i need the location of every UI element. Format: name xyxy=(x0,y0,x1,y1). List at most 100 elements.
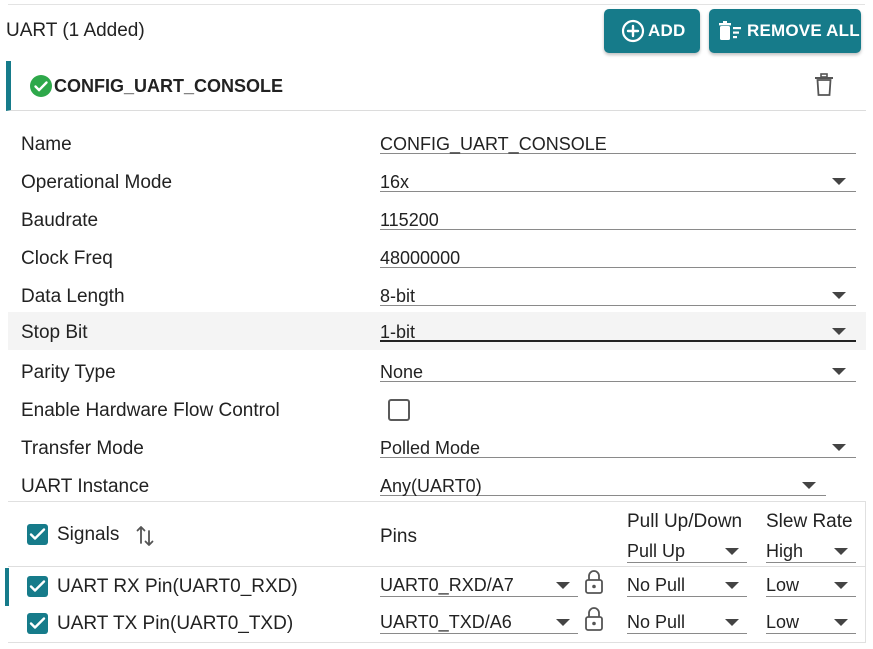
chevron-down-icon xyxy=(832,292,846,299)
chevron-down-icon xyxy=(834,619,848,626)
signal-tx-checkbox[interactable] xyxy=(27,613,48,634)
signal-rx-pull-value: No Pull xyxy=(627,575,686,595)
delete-sweep-icon xyxy=(719,21,741,40)
chevron-down-icon xyxy=(832,328,846,335)
signal-tx-slew-value: Low xyxy=(766,612,800,632)
property-row-hw-flow-control: Enable Hardware Flow Control xyxy=(8,390,866,428)
signal-tx-slew-select[interactable]: Low xyxy=(766,606,856,634)
signal-tx-pull-select[interactable]: No Pull xyxy=(627,606,747,634)
chevron-down-icon xyxy=(725,619,739,626)
chevron-down-icon xyxy=(802,482,816,489)
signal-row-tx: UART TX Pin(UART0_TXD) UART0_TXD/A6 No P… xyxy=(8,605,866,643)
signal-rx-slew-value: Low xyxy=(766,575,800,595)
uart-instance-select[interactable]: Any(UART0) xyxy=(380,466,826,496)
property-label: Stop Bit xyxy=(21,322,88,343)
property-row-clock-freq: Clock Freq 48000000 xyxy=(8,238,866,276)
signal-rx-slew-select[interactable]: Low xyxy=(766,569,856,597)
chevron-down-icon xyxy=(725,548,739,555)
name-value: CONFIG_UART_CONSOLE xyxy=(380,134,607,154)
property-label: Operational Mode xyxy=(21,172,173,193)
property-row-parity-type: Parity Type None xyxy=(8,352,866,390)
chevron-down-icon xyxy=(832,178,846,185)
pull-column-header: Pull Up/Down xyxy=(627,511,743,532)
property-row-stop-bit: Stop Bit 1-bit xyxy=(8,312,866,350)
baudrate-value: 115200 xyxy=(380,210,439,230)
lock-icon[interactable] xyxy=(584,569,604,595)
remove-all-button[interactable]: REMOVE ALL xyxy=(709,9,861,53)
property-label: Data Length xyxy=(21,286,125,307)
transfer-mode-select[interactable]: Polled Mode xyxy=(380,428,856,458)
clock-freq-value: 48000000 xyxy=(380,248,461,268)
signal-tx-pin-value: UART0_TXD/A6 xyxy=(380,612,512,632)
property-row-data-length: Data Length 8-bit xyxy=(8,276,866,314)
pins-column-header: Pins xyxy=(380,526,417,547)
signal-tx-name: UART TX Pin(UART0_TXD) xyxy=(57,613,294,634)
signals-select-all-checkbox[interactable] xyxy=(27,524,48,545)
chevron-down-icon xyxy=(556,582,570,589)
data-length-value: 8-bit xyxy=(380,286,416,306)
pull-all-value: Pull Up xyxy=(627,541,686,561)
signal-tx-pull-value: No Pull xyxy=(627,612,686,632)
chevron-down-icon xyxy=(556,619,570,626)
property-label: UART Instance xyxy=(21,476,150,497)
uart-instance-value: Any(UART0) xyxy=(380,476,482,496)
property-label: Clock Freq xyxy=(21,248,113,269)
slew-all-select[interactable]: High xyxy=(766,535,856,563)
chevron-down-icon xyxy=(832,368,846,375)
property-label: Parity Type xyxy=(21,362,116,383)
slew-column-header: Slew Rate xyxy=(766,511,853,532)
operational-mode-select[interactable]: 16x xyxy=(380,162,856,192)
lock-icon[interactable] xyxy=(584,606,604,632)
property-label: Name xyxy=(21,134,72,155)
signal-rx-pin-value: UART0_RXD/A7 xyxy=(380,575,514,595)
page-title: UART (1 Added) xyxy=(6,20,145,41)
config-header[interactable]: CONFIG_UART_CONSOLE xyxy=(6,61,866,111)
stop-bit-value: 1-bit xyxy=(380,322,416,342)
trash-icon[interactable] xyxy=(814,73,834,97)
uart-header: UART (1 Added) ADD REMOVE ALL xyxy=(0,8,873,54)
stop-bit-select[interactable]: 1-bit xyxy=(380,312,856,342)
check-icon xyxy=(29,528,46,540)
pull-all-select[interactable]: Pull Up xyxy=(627,535,747,563)
chevron-down-icon xyxy=(725,582,739,589)
property-label: Enable Hardware Flow Control xyxy=(21,400,280,421)
config-name: CONFIG_UART_CONSOLE xyxy=(54,76,284,96)
signal-rx-pull-select[interactable]: No Pull xyxy=(627,569,747,597)
property-row-name: Name CONFIG_UART_CONSOLE xyxy=(8,124,866,162)
sort-icon[interactable] xyxy=(136,525,154,547)
row-selected-indicator xyxy=(5,568,9,606)
property-row-uart-instance: UART Instance Any(UART0) xyxy=(8,466,866,504)
add-button[interactable]: ADD xyxy=(604,9,700,53)
chevron-down-icon xyxy=(832,444,846,451)
signals-column-header: Signals xyxy=(57,524,120,545)
parity-type-select[interactable]: None xyxy=(380,352,856,382)
slew-all-value: High xyxy=(766,541,804,561)
signal-rx-pin-select[interactable]: UART0_RXD/A7 xyxy=(380,569,578,597)
add-button-label: ADD xyxy=(648,21,686,40)
transfer-mode-value: Polled Mode xyxy=(380,438,481,458)
signal-tx-pin-select[interactable]: UART0_TXD/A6 xyxy=(380,606,578,634)
chevron-down-icon xyxy=(834,548,848,555)
signal-rx-name: UART RX Pin(UART0_RXD) xyxy=(57,576,298,597)
property-row-baudrate: Baudrate 115200 xyxy=(8,200,866,238)
hw-flow-control-checkbox[interactable] xyxy=(388,399,410,421)
signal-rx-checkbox[interactable] xyxy=(27,576,48,597)
check-icon xyxy=(29,617,46,629)
check-circle-icon xyxy=(30,75,52,97)
name-input[interactable]: CONFIG_UART_CONSOLE xyxy=(380,124,856,154)
remove-all-button-label: REMOVE ALL xyxy=(747,21,860,40)
signals-header: Signals Pins Pull Up/Down Pull Up Slew R… xyxy=(8,502,866,567)
check-icon xyxy=(29,580,46,592)
plus-circle-icon xyxy=(621,19,645,43)
property-label: Baudrate xyxy=(21,210,99,231)
parity-type-value: None xyxy=(380,362,424,382)
top-divider xyxy=(8,4,865,5)
chevron-down-icon xyxy=(834,582,848,589)
signal-row-rx: UART RX Pin(UART0_RXD) UART0_RXD/A7 No P… xyxy=(5,568,866,606)
property-row-operational-mode: Operational Mode 16x xyxy=(8,162,866,200)
baudrate-input[interactable]: 115200 xyxy=(380,200,856,230)
property-row-transfer-mode: Transfer Mode Polled Mode xyxy=(8,428,866,466)
data-length-select[interactable]: 8-bit xyxy=(380,276,856,306)
property-label: Transfer Mode xyxy=(21,438,144,459)
clock-freq-input[interactable]: 48000000 xyxy=(380,238,856,268)
